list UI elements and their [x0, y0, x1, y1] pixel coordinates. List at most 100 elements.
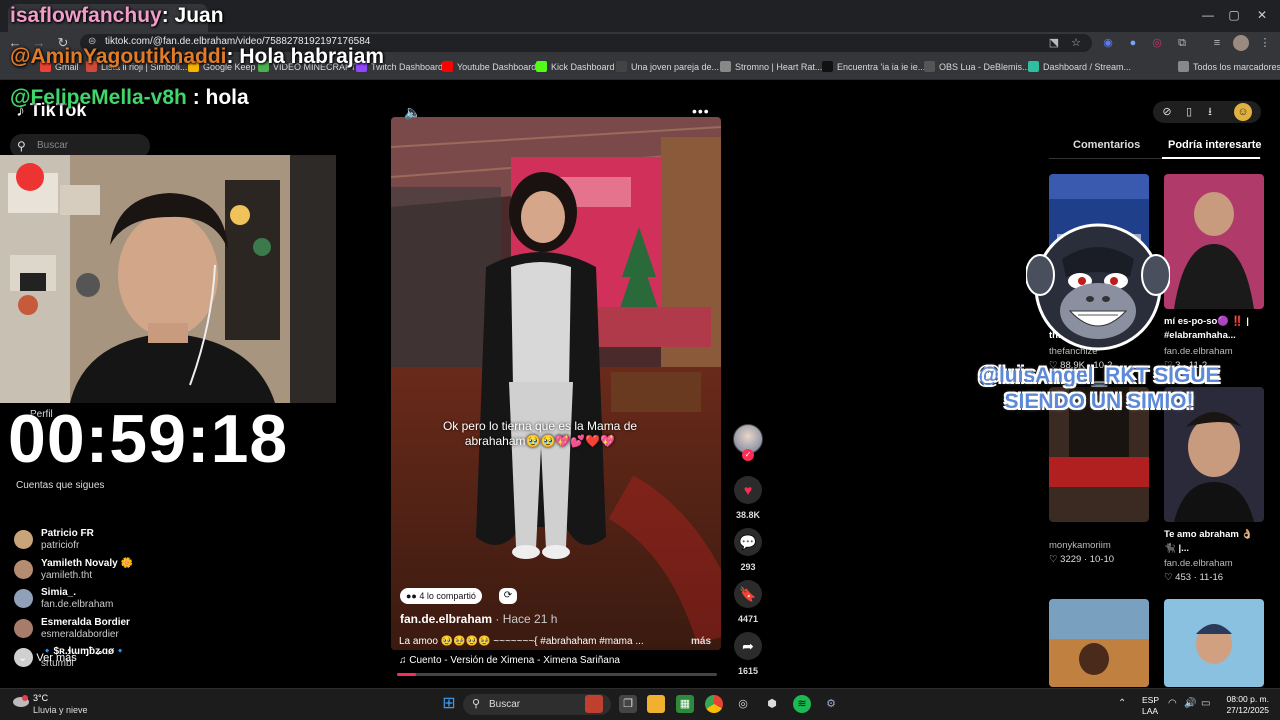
wifi-icon[interactable]: ◠ [1168, 698, 1177, 709]
bookmark-label: Encuentra 'ia ia ie ie... [837, 61, 926, 72]
chat-text: : Hola habrajam [226, 45, 385, 68]
bookmark-favicon-icon [924, 61, 935, 72]
bookmark-favicon-icon [442, 61, 453, 72]
tab-related[interactable]: Podría interesarte [1168, 139, 1262, 151]
keyboard-layout[interactable]: LAA [1142, 706, 1158, 716]
following-account[interactable]: Simia_. fan.de.elbraham [14, 587, 214, 617]
extensions-icon[interactable]: ⧉ [1174, 35, 1190, 51]
obs-icon[interactable]: ◎ [734, 695, 752, 713]
share-button[interactable]: ➦ [734, 632, 762, 660]
comment-icon: 💬 [739, 534, 757, 550]
windows-start-icon[interactable]: ⊞ [440, 695, 458, 713]
tab-comments[interactable]: Comentarios [1073, 139, 1140, 151]
clock-time[interactable]: 08:00 p. m. [1199, 694, 1269, 704]
follow-check-icon[interactable]: ✓ [742, 449, 754, 461]
related-user[interactable]: fan.de.elbraham [1164, 558, 1233, 569]
avatar [14, 530, 33, 549]
task-view-icon[interactable]: ❐ [619, 695, 637, 713]
clock-date[interactable]: 27/12/2025 [1199, 705, 1269, 715]
chat-text: : hola [186, 86, 249, 109]
account-handle: esmeraldabordier [41, 628, 119, 640]
extension-icon-2[interactable]: ● [1125, 35, 1141, 51]
maximize-button[interactable]: ▢ [1224, 6, 1244, 24]
more-options-icon[interactable]: ••• [692, 103, 710, 119]
weather-icon[interactable] [12, 693, 30, 711]
following-account[interactable]: Esmeralda Bordier esmeraldabordier [14, 617, 214, 647]
bookmark-favicon-icon [616, 61, 627, 72]
bookmark-favicon-icon [536, 61, 547, 72]
related-title[interactable]: mí es-po-so🟣 ‼️ | #elabramhaha... [1164, 315, 1260, 343]
see-more-button[interactable]: ⌄ Ver más [18, 651, 77, 664]
explore-icon[interactable]: ⊘ [1158, 103, 1176, 121]
bookmark-item[interactable]: Kick Dashboard [536, 61, 615, 72]
related-user[interactable]: monykamoriim [1049, 540, 1111, 551]
reading-list-icon[interactable]: ≡ [1209, 35, 1225, 51]
bookmark-label: Todos los marcadores [1193, 61, 1280, 72]
comment-button[interactable]: 💬 [734, 528, 762, 556]
weather-desc[interactable]: Lluvia y nieve [33, 705, 88, 715]
bookmark-star-icon[interactable]: ☆ [1068, 35, 1084, 51]
repost-icon[interactable]: ⟳ [499, 588, 517, 604]
author-name[interactable]: fan.de.elbraham [400, 612, 492, 626]
spotify-icon[interactable]: ≋ [793, 695, 811, 713]
bookmark-favicon-icon [720, 61, 731, 72]
following-account[interactable]: Yamileth Novaly 🌼 yamileth.tht [14, 558, 214, 588]
install-app-icon[interactable]: ⬔ [1046, 35, 1062, 51]
save-button[interactable]: 🔖 [734, 580, 762, 608]
video-progress-fill [397, 673, 417, 676]
share-count: 1615 [737, 666, 759, 676]
minimize-button[interactable]: — [1198, 6, 1218, 24]
related-video-thumb[interactable] [1049, 599, 1149, 687]
file-explorer-icon[interactable] [647, 695, 665, 713]
related-video-thumb[interactable] [1164, 599, 1264, 687]
music-info[interactable]: ♫ Cuento - Versión de Ximena - Ximena Sa… [399, 655, 620, 666]
profile-avatar[interactable] [1233, 35, 1249, 51]
windows-taskbar [0, 688, 1280, 720]
bookmark-item[interactable]: Youtube Dashboard [442, 61, 536, 72]
stream-timer: 00:59:18 [8, 401, 289, 477]
following-account[interactable]: Patricio FR patriciofr [14, 528, 214, 558]
extension-icon-3[interactable]: ◎ [1149, 35, 1165, 51]
volume-icon[interactable]: 🔊 [1184, 698, 1196, 709]
bookmark-item[interactable]: Todos los marcadores [1178, 61, 1280, 72]
like-button[interactable]: ♥ [734, 476, 762, 504]
close-window-button[interactable]: ✕ [1252, 6, 1272, 24]
download-icon[interactable]: ⭳ [1201, 103, 1219, 121]
related-title[interactable]: Te amo abraham 👌🏼🐈‍⬛ |... [1164, 528, 1260, 556]
related-user[interactable]: fan.de.elbraham [1164, 346, 1233, 357]
description-more-link[interactable]: más [691, 636, 711, 647]
chat-username: @AminYagoutikhaddi [10, 45, 227, 68]
related-stats: ♡ 3229 · 10-10 [1049, 554, 1115, 565]
menu-icon[interactable]: ⋮ [1257, 35, 1273, 51]
video-description: La amoo 🥹🥹🥹🥹 ~~~~~~~{ #abrahaham #mama .… [399, 636, 644, 647]
tray-overflow-icon[interactable]: ⌃ [1118, 698, 1126, 709]
volume-icon[interactable]: 🔈 [404, 104, 421, 121]
language-code[interactable]: ESP [1142, 695, 1159, 705]
related-video-thumb[interactable] [1164, 174, 1264, 309]
bookmark-favicon-icon [1178, 61, 1189, 72]
video-player[interactable] [391, 117, 721, 650]
bookmark-item[interactable]: Dashboard / Stream... [1028, 61, 1131, 72]
webcam-overlay [0, 155, 336, 403]
avatar [14, 559, 33, 579]
bookmark-item[interactable]: Una joven pareja de... [616, 61, 719, 72]
chat-username: isaflowfanchuy [10, 4, 162, 27]
bookmark-label: Dashboard / Stream... [1043, 61, 1132, 72]
extension-icon-1[interactable]: ◉ [1100, 35, 1116, 51]
app-icon[interactable]: ⬢ [763, 695, 781, 713]
chevron-down-icon: ⌄ [18, 652, 28, 664]
store-icon[interactable]: ▦ [676, 695, 694, 713]
video-progress-track[interactable] [397, 673, 717, 676]
search-highlight-icon[interactable] [585, 695, 603, 713]
bookmark-item[interactable]: OBS Lua - DeBlemis... [924, 61, 1030, 72]
video-author[interactable]: fan.de.elbraham · Hace 21 h [400, 612, 557, 626]
bookmark-item[interactable]: Encuentra 'ia ia ie ie... [822, 61, 925, 72]
bookmark-item[interactable]: Stromno | Heart Rat... [720, 61, 822, 72]
weather-temp[interactable]: 3°C [33, 693, 48, 703]
shared-badge[interactable]: ●● 4 lo compartió [400, 588, 482, 604]
steam-icon[interactable]: ⚙ [822, 695, 840, 713]
user-avatar[interactable]: ☺ [1234, 103, 1252, 121]
device-icon[interactable]: ▯ [1180, 103, 1198, 121]
share-icon: ➦ [742, 638, 754, 654]
chrome-icon[interactable] [705, 695, 723, 713]
